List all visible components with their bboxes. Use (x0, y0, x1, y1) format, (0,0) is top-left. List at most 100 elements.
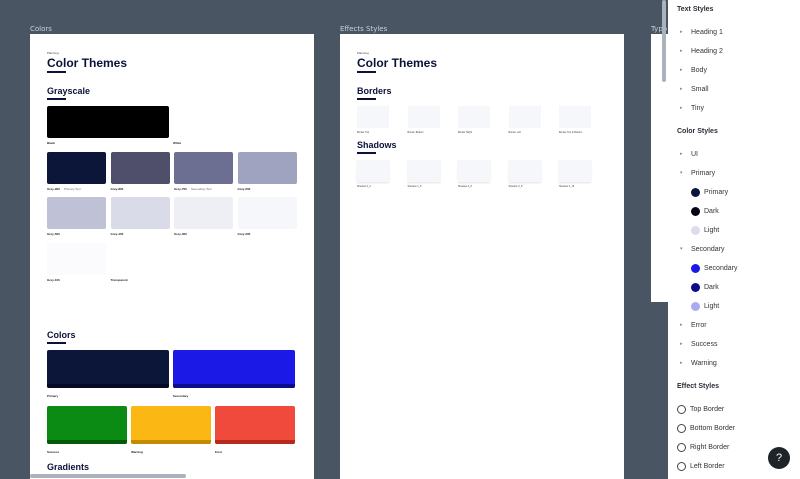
swatch-label: Error (215, 450, 223, 454)
effect-style-icon (677, 423, 686, 433)
effect-style-label: Bottom Border (690, 424, 736, 432)
help-button[interactable]: ? (768, 447, 790, 469)
color-style-item[interactable]: Dark (668, 203, 800, 219)
swatch-grey[interactable] (110, 152, 170, 184)
swatch-shade-strip (131, 440, 211, 444)
border-sample[interactable] (508, 106, 541, 128)
vertical-scrollbar[interactable] (662, 0, 666, 82)
swatch-success[interactable] (47, 406, 127, 444)
color-style-item[interactable]: Light (668, 222, 800, 238)
color-group-label: UI (691, 150, 698, 158)
color-style-item[interactable]: Dark (668, 279, 800, 295)
color-group-error[interactable]: ▸ Error (668, 317, 800, 333)
color-style-item[interactable]: Light (668, 298, 800, 314)
color-group-primary[interactable]: ▾ Primary (668, 165, 800, 181)
border-sample[interactable] (458, 106, 490, 128)
color-style-item[interactable]: Primary (668, 184, 800, 200)
design-canvas[interactable]: Colors Effects Styles Typo Planning Colo… (0, 0, 668, 479)
section-underline (357, 152, 376, 154)
color-group-label: Primary (691, 169, 716, 177)
effect-sample-label: Border Left (508, 131, 521, 134)
effect-style-item[interactable]: Bottom Border (668, 420, 800, 436)
effect-style-label: Right Border (690, 443, 730, 451)
border-sample[interactable] (357, 106, 389, 128)
shadow-sample[interactable] (357, 160, 389, 182)
chevron-right-icon: ▸ (680, 67, 683, 73)
shadow-sample[interactable] (458, 160, 490, 182)
swatch-label: White (173, 141, 182, 145)
color-dot (691, 263, 700, 273)
text-styles-heading: Text Styles (677, 6, 714, 13)
page-title: Color Themes (357, 56, 438, 70)
effect-sample-label: Border Bottom (407, 131, 424, 134)
swatch-label: Grey-500 (47, 232, 60, 236)
frame-label-colors[interactable]: Colors (30, 25, 52, 33)
effect-sample-label: Shadow 0_2 (357, 185, 371, 188)
text-style-item[interactable]: ▸ Heading 1 (668, 24, 800, 40)
swatch-grey[interactable] (110, 243, 170, 275)
swatch-warning[interactable] (131, 406, 211, 444)
effect-sample-label: Border Right (458, 131, 473, 134)
swatch-label: Grey-200 (237, 232, 251, 236)
swatch-grey[interactable] (110, 197, 170, 229)
swatch-error[interactable] (215, 406, 295, 444)
section-underline (47, 342, 66, 344)
chevron-down-icon: ▾ (680, 246, 683, 252)
effects-frame[interactable]: Planning Color Themes Borders Border Top… (340, 34, 624, 479)
swatch-black[interactable] (47, 106, 169, 138)
effect-style-item[interactable]: Top Border (668, 401, 800, 417)
swatch-label: Grey-100 (47, 278, 60, 282)
color-group-warning[interactable]: ▸ Warning (668, 355, 800, 371)
swatch-grey[interactable] (174, 197, 233, 229)
frame-eyebrow: Planning (47, 51, 59, 55)
swatch-grey[interactable] (237, 152, 297, 184)
text-style-label: Small (691, 85, 709, 93)
swatch-grey[interactable] (237, 197, 297, 229)
swatch-sublabel: Secondary Text (191, 187, 212, 191)
effect-sample-label: Border Top (357, 131, 370, 134)
text-style-item[interactable]: ▸ Body (668, 62, 800, 78)
chevron-right-icon: ▸ (680, 322, 683, 328)
colors-frame[interactable]: Planning Color Themes Grayscale Black Wh… (30, 34, 314, 479)
text-style-item[interactable]: ▸ Small (668, 81, 800, 97)
shadow-sample[interactable] (559, 160, 591, 182)
text-style-label: Heading 2 (691, 47, 723, 55)
shadow-sample[interactable] (508, 160, 541, 182)
swatch-label: Grey-800 (110, 187, 124, 191)
color-style-item[interactable]: Secondary (668, 260, 800, 276)
border-sample[interactable] (407, 106, 440, 128)
text-style-item[interactable]: ▸ Tiny (668, 100, 800, 116)
swatch-secondary[interactable] (173, 350, 295, 388)
swatch-shade-strip (47, 440, 127, 444)
section-underline (357, 98, 376, 100)
swatch-grey[interactable] (47, 243, 106, 275)
color-group-label: Success (691, 340, 718, 348)
shadow-sample[interactable] (407, 160, 440, 182)
swatch-grey[interactable] (47, 152, 106, 184)
section-title-shadows: Shadows (357, 140, 397, 150)
effect-style-label: Top Border (690, 405, 725, 413)
swatch-grey[interactable] (174, 152, 233, 184)
frame-label-effects[interactable]: Effects Styles (340, 25, 387, 33)
chevron-right-icon: ▸ (680, 105, 683, 111)
color-dot (691, 225, 700, 235)
color-group-ui[interactable]: ▸ UI (668, 146, 800, 162)
swatch-label: Grey-900 (47, 187, 60, 191)
swatch-label: Grey-700 (174, 187, 187, 191)
chevron-down-icon: ▾ (680, 170, 683, 176)
border-sample[interactable] (559, 106, 591, 128)
color-group-secondary[interactable]: ▾ Secondary (668, 241, 800, 257)
swatch-label: Black (47, 141, 56, 145)
effect-style-label: Left Border (690, 462, 725, 470)
swatch-label: Grey-400 (110, 232, 124, 236)
effect-sample-label: Shadow 1_6 (407, 185, 422, 188)
chevron-right-icon: ▸ (680, 341, 683, 347)
swatch-primary[interactable] (47, 350, 169, 388)
swatch-grey[interactable] (47, 197, 106, 229)
color-group-success[interactable]: ▸ Success (668, 336, 800, 352)
horizontal-scrollbar[interactable] (30, 474, 186, 478)
swatch-white[interactable] (173, 106, 295, 138)
swatch-shade-strip (215, 440, 295, 444)
effect-sample-label: Border Top & Bottom (559, 131, 583, 134)
text-style-item[interactable]: ▸ Heading 2 (668, 43, 800, 59)
